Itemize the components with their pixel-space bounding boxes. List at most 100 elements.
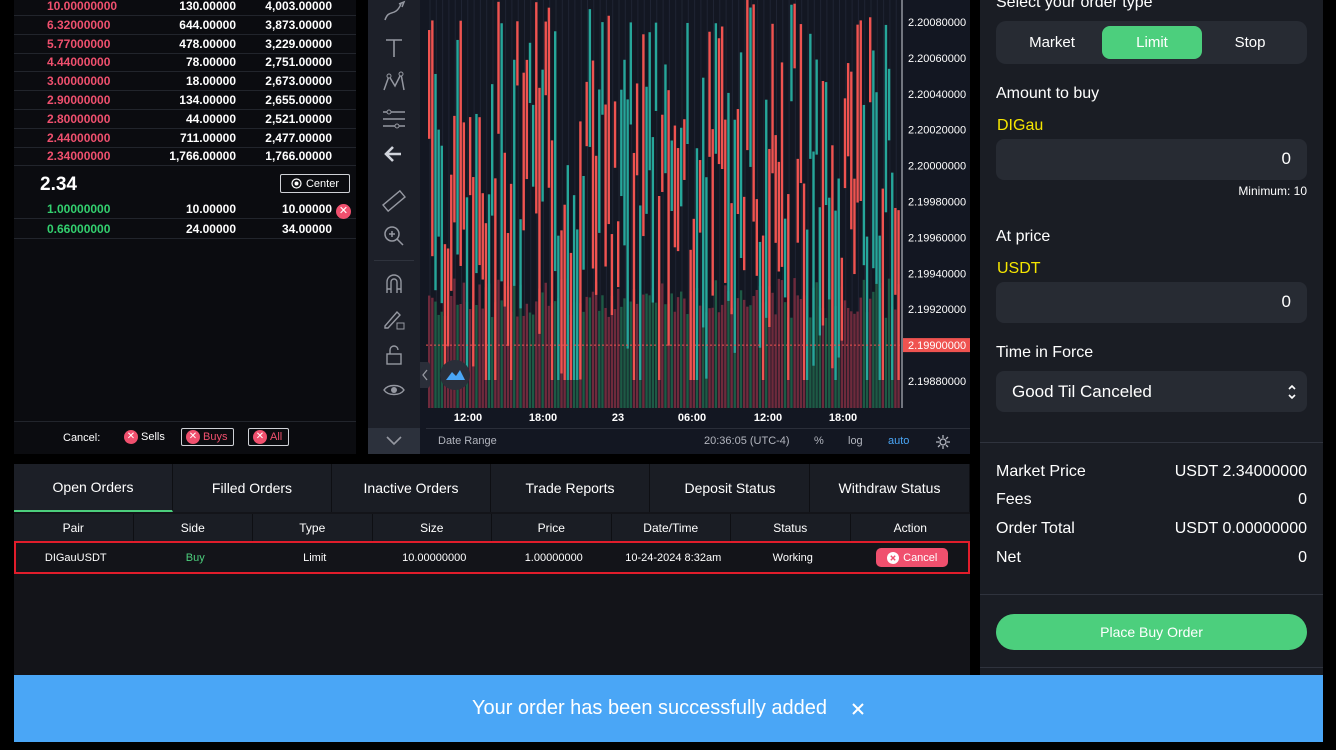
column-header[interactable]: Date/Time [612, 514, 731, 541]
candle [736, 109, 740, 215]
volume-bar [661, 283, 664, 408]
candle [768, 148, 771, 328]
candle [824, 82, 828, 206]
column-header[interactable]: Pair [14, 514, 134, 541]
cancel-sells-button[interactable]: ✕ Sells [124, 428, 165, 446]
volume-bar [698, 305, 702, 408]
ask-total: 2,673.00000 [265, 74, 332, 89]
column-header[interactable]: Size [373, 514, 492, 541]
order-type-limit[interactable]: Limit [1102, 26, 1202, 59]
close-icon[interactable] [851, 702, 865, 716]
volume-bar [428, 295, 431, 408]
amount-input[interactable]: 0 [996, 139, 1307, 180]
eye-icon[interactable] [381, 377, 407, 403]
ask-row[interactable]: 2.90000000 134.00000 2,655.00000 [14, 91, 356, 110]
pencil-lock-icon[interactable] [381, 306, 407, 332]
volume-bar [755, 289, 758, 408]
center-button[interactable]: Center [280, 174, 350, 193]
volume-bar [434, 301, 437, 408]
ask-row[interactable]: 3.00000000 18.00000 2,673.00000 [14, 72, 356, 92]
tab-inactive-orders[interactable]: Inactive Orders [332, 464, 491, 512]
candlestick-chart[interactable]: 2.20080000 2.20060000 2.20040000 2.20020000… [420, 0, 970, 428]
tradingview-logo[interactable] [440, 360, 470, 390]
volume-bar [554, 301, 557, 408]
column-header[interactable]: Type [253, 514, 373, 541]
date-range-button[interactable]: Date Range [438, 435, 497, 447]
candle [676, 148, 680, 252]
price-chart[interactable]: 2.20080000 2.20060000 2.20040000 2.20020000… [420, 0, 970, 454]
bid-row[interactable]: 1.00000000 10.00000 10.00000 [14, 200, 356, 219]
ruler-icon[interactable] [381, 188, 407, 214]
volume-bar [613, 309, 617, 408]
order-type-market[interactable]: Market [1002, 26, 1102, 59]
ask-row[interactable]: 2.44000000 711.00000 2,477.00000 [14, 129, 356, 148]
tab-open-orders[interactable]: Open Orders [14, 464, 173, 512]
chevron-down-icon [386, 436, 402, 446]
magnet-icon[interactable] [381, 271, 407, 297]
brush-icon[interactable] [381, 0, 407, 26]
expand-panel-handle[interactable] [420, 362, 430, 388]
arrow-left-icon[interactable] [381, 141, 407, 167]
column-header[interactable]: Status [731, 514, 851, 541]
candle [799, 24, 803, 184]
volume-bar [869, 298, 872, 408]
percent-toggle[interactable]: % [814, 435, 824, 447]
order-type-stop[interactable]: Stop [1200, 26, 1300, 59]
column-header[interactable]: Price [492, 514, 612, 541]
cancel-bid-icon[interactable]: ✕ [336, 204, 351, 219]
volume-bar [783, 302, 787, 408]
volume-bar [481, 308, 484, 408]
cancel-buys-button[interactable]: ✕ Buys [181, 428, 235, 446]
tab-deposit-status[interactable]: Deposit Status [651, 464, 810, 512]
price-input[interactable]: 0 [996, 282, 1307, 323]
column-header[interactable]: Side [134, 514, 253, 541]
unlock-icon[interactable] [381, 342, 407, 368]
auto-toggle[interactable]: auto [888, 435, 909, 447]
price-currency: USDT [997, 260, 1041, 277]
candle [547, 7, 551, 188]
cancel-all-button[interactable]: ✕ All [248, 428, 290, 446]
ask-price: 4.44000000 [47, 55, 111, 70]
candle [516, 21, 519, 86]
candle [698, 160, 702, 233]
price-tick: 2.19960000 [908, 232, 966, 244]
ask-row[interactable]: 4.44000000 78.00000 2,751.00000 [14, 53, 356, 73]
log-toggle[interactable]: log [848, 435, 863, 447]
volume-bar [598, 310, 601, 408]
candle [673, 125, 677, 248]
candle [645, 86, 648, 214]
tif-select[interactable]: Good Til Canceled [996, 371, 1307, 412]
ask-row[interactable]: 2.80000000 44.00000 2,521.00000 [14, 110, 356, 129]
candle [563, 204, 566, 380]
pattern-icon[interactable] [381, 70, 407, 96]
text-icon[interactable] [381, 35, 407, 61]
ask-row[interactable]: 2.34000000 1,766.00000 1,766.00000 [14, 147, 356, 167]
tab-withdraw-status[interactable]: Withdraw Status [810, 464, 970, 512]
collapse-toolbar-button[interactable] [368, 428, 420, 454]
candle [579, 121, 582, 380]
candle [620, 89, 623, 197]
gear-icon[interactable] [936, 435, 950, 449]
cancel-order-button[interactable]: Cancel [876, 548, 949, 567]
candle [531, 104, 535, 187]
ask-row[interactable]: 5.77000000 478.00000 3,229.00000 [14, 35, 356, 54]
candle [635, 83, 639, 176]
bid-row[interactable]: 0.66000000 24.00000 34.00000 [14, 220, 356, 239]
tab-trade-reports[interactable]: Trade Reports [491, 464, 650, 512]
zoom-in-icon[interactable] [381, 223, 407, 249]
tab-filled-orders[interactable]: Filled Orders [173, 464, 332, 512]
order-price: 1.00000000 [524, 551, 583, 564]
column-header[interactable]: Action [851, 514, 971, 541]
ask-price: 2.80000000 [47, 111, 111, 126]
volume-bar [749, 305, 752, 408]
price-tick: 2.20000000 [908, 161, 966, 173]
fib-icon[interactable] [381, 106, 407, 132]
price-tick: 2.19880000 [908, 376, 966, 388]
ask-row[interactable]: 6.32000000 644.00000 3,873.00000 [14, 16, 356, 35]
candle [777, 161, 781, 272]
volume-bar [859, 297, 862, 408]
place-buy-order-button[interactable]: Place Buy Order [996, 614, 1307, 650]
order-side: Buy [185, 551, 205, 564]
ask-row[interactable]: 10.00000000 130.00000 4,003.00000 [14, 0, 356, 16]
volume-bar [591, 291, 595, 408]
